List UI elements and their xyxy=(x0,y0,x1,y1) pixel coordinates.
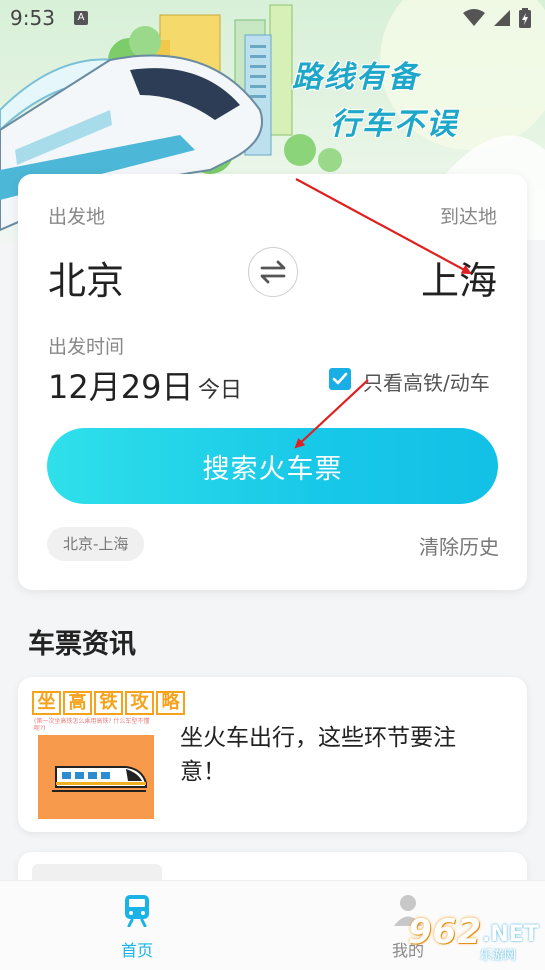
highspeed-checkbox[interactable] xyxy=(329,368,351,390)
news-item[interactable]: 坐 高 铁 攻 略 (第一次坐高铁怎么乘用高铁? 什么车型不懂呢?) 坐火车出行… xyxy=(18,677,527,832)
site-watermark: 962 .NET 乐游网 xyxy=(408,912,540,968)
watermark-main: 962 xyxy=(408,912,482,952)
news-title[interactable]: 坐火车出行，这些环节要注意！ xyxy=(180,721,500,789)
from-label: 出发地 xyxy=(48,206,106,228)
thumb-title: 坐 高 铁 攻 略 xyxy=(32,691,185,715)
thumb-char: 略 xyxy=(156,691,185,715)
watermark-sub: 乐游网 xyxy=(480,948,517,962)
status-bar: 9:53 A xyxy=(0,0,545,36)
departure-date[interactable]: 12月29日 xyxy=(48,362,193,408)
news-section-title: 车票资讯 xyxy=(28,629,136,660)
banner-slogan-line1: 路线有备 xyxy=(292,60,420,95)
nav-home[interactable]: 首页 xyxy=(102,893,172,961)
signal-icon xyxy=(494,10,510,26)
thumb-char: 坐 xyxy=(32,691,61,715)
status-time: 9:53 xyxy=(10,6,55,30)
news-thumbnail: 坐 高 铁 攻 略 (第一次坐高铁怎么乘用高铁? 什么车型不懂呢?) xyxy=(32,691,185,819)
ticket-search-card: 出发地 到达地 北京 上海 出发时间 12月29日 今日 只看高铁/动车 搜索火… xyxy=(18,174,527,590)
train-tab-icon xyxy=(125,895,149,928)
train-illustration xyxy=(38,735,154,819)
banner-slogan-line2: 行车不误 xyxy=(330,107,458,142)
thumb-char: 铁 xyxy=(94,691,123,715)
thumb-char: 攻 xyxy=(125,691,154,715)
from-city[interactable]: 北京 xyxy=(48,250,124,305)
history-chip[interactable]: 北京-上海 xyxy=(47,527,145,561)
to-city[interactable]: 上海 xyxy=(421,250,497,305)
thumb-subtitle: (第一次坐高铁怎么乘用高铁? 什么车型不懂呢?) xyxy=(34,718,150,732)
status-icons xyxy=(463,8,531,28)
date-label: 出发时间 xyxy=(48,336,125,358)
checkmark-icon xyxy=(332,372,348,385)
clear-history-link[interactable]: 清除历史 xyxy=(419,531,499,560)
train-icon xyxy=(52,766,147,792)
notification-icon: A xyxy=(74,11,88,25)
battery-icon xyxy=(519,8,531,28)
day-label: 今日 xyxy=(198,378,243,403)
nav-home-label: 首页 xyxy=(120,941,153,960)
swap-cities-button[interactable] xyxy=(248,247,298,297)
to-label: 到达地 xyxy=(439,206,497,228)
thumb-char: 高 xyxy=(63,691,92,715)
swap-icon xyxy=(260,260,286,284)
wifi-icon xyxy=(463,9,485,26)
search-tickets-button[interactable]: 搜索火车票 xyxy=(47,428,498,504)
highspeed-label[interactable]: 只看高铁/动车 xyxy=(363,367,490,396)
watermark-net: .NET xyxy=(482,922,539,947)
